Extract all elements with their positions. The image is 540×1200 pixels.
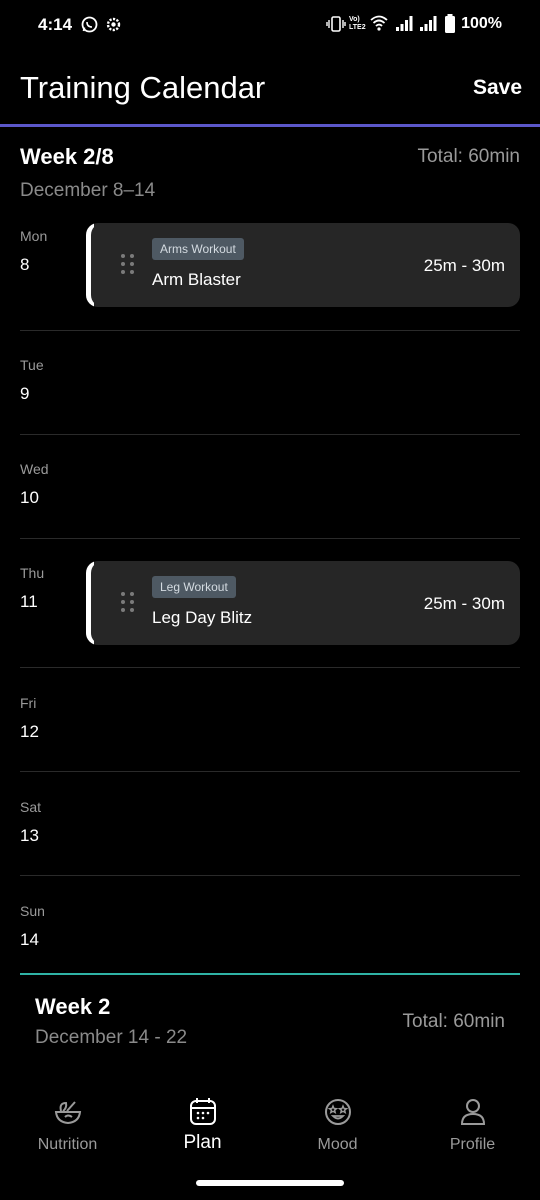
- day-number: 9: [20, 384, 30, 403]
- day-number: 11: [20, 592, 38, 611]
- drag-handle-icon[interactable]: [121, 254, 137, 278]
- day-name: Fri: [20, 695, 37, 711]
- nav-profile[interactable]: Profile: [405, 1085, 540, 1165]
- day-number: 14: [20, 930, 39, 949]
- day-name: Sun: [20, 903, 45, 919]
- workout-tag: Arms Workout: [152, 238, 244, 260]
- signal-icon: [396, 16, 413, 31]
- workout-card-leg-day-blitz[interactable]: Leg Workout Leg Day Blitz 25m - 30m: [86, 561, 520, 645]
- network-type-label: Vo) LTE2: [349, 16, 366, 31]
- day-name: Mon: [20, 228, 48, 244]
- workout-tag: Leg Workout: [152, 576, 236, 598]
- person-icon: [460, 1099, 485, 1125]
- week-title: Week 2/8: [20, 144, 114, 169]
- day-number: 12: [20, 722, 39, 741]
- day-number: 8: [20, 255, 30, 274]
- nav-nutrition[interactable]: Nutrition: [0, 1085, 135, 1165]
- day-divider: [20, 538, 520, 539]
- battery-percent: 100%: [461, 15, 502, 32]
- day-number: 10: [20, 488, 39, 507]
- whatsapp-icon: [81, 16, 98, 33]
- home-indicator[interactable]: [196, 1180, 344, 1186]
- workout-duration: 25m - 30m: [423, 594, 505, 613]
- day-divider: [20, 434, 520, 435]
- week-total: Total: 60min: [417, 146, 520, 167]
- workout-name: Arm Blaster: [152, 270, 241, 289]
- day-divider: [20, 330, 520, 331]
- calendar-icon: [189, 1098, 216, 1125]
- settings-gear-icon: [106, 17, 121, 32]
- status-bar: 4:14 Vo) LTE2 100%: [0, 0, 540, 50]
- nav-label: Plan: [183, 1132, 222, 1153]
- day-name: Wed: [20, 461, 49, 477]
- vibrate-icon: [326, 16, 346, 32]
- workout-name: Leg Day Blitz: [152, 608, 253, 627]
- week-divider: [20, 973, 520, 975]
- save-button[interactable]: Save: [473, 76, 522, 100]
- workout-card-arm-blaster[interactable]: Arms Workout Arm Blaster 25m - 30m: [86, 223, 520, 307]
- workout-duration: 25m - 30m: [423, 256, 505, 275]
- day-divider: [20, 875, 520, 876]
- day-name: Thu: [20, 565, 45, 581]
- signal-icon-2: [420, 16, 437, 31]
- bottom-nav: Nutrition Plan Mood Profile: [0, 1085, 540, 1175]
- drag-handle-icon[interactable]: [121, 592, 137, 616]
- next-week-title: Week 2: [35, 994, 111, 1019]
- nutrition-bowl-icon: [54, 1101, 81, 1125]
- nav-mood[interactable]: Mood: [270, 1085, 405, 1165]
- day-name: Sat: [20, 799, 42, 815]
- nav-label: Nutrition: [37, 1136, 98, 1153]
- next-week-dates: December 14 - 22: [35, 1027, 188, 1048]
- wifi-icon: [370, 15, 388, 31]
- next-week-total: Total: 60min: [402, 1011, 505, 1032]
- header-divider: [0, 124, 540, 127]
- app-header: Training Calendar Save: [0, 62, 540, 122]
- status-time: 4:14: [38, 15, 73, 34]
- battery-icon: [445, 14, 455, 33]
- nav-label: Mood: [317, 1136, 358, 1153]
- mood-face-icon: [324, 1099, 351, 1125]
- day-divider: [20, 771, 520, 772]
- day-name: Tue: [20, 357, 44, 373]
- day-number: 13: [20, 826, 39, 845]
- nav-plan[interactable]: Plan: [135, 1085, 270, 1165]
- day-divider: [20, 667, 520, 668]
- page-title: Training Calendar: [20, 70, 266, 105]
- nav-label: Profile: [449, 1136, 496, 1153]
- week-dates: December 8–14: [20, 180, 156, 201]
